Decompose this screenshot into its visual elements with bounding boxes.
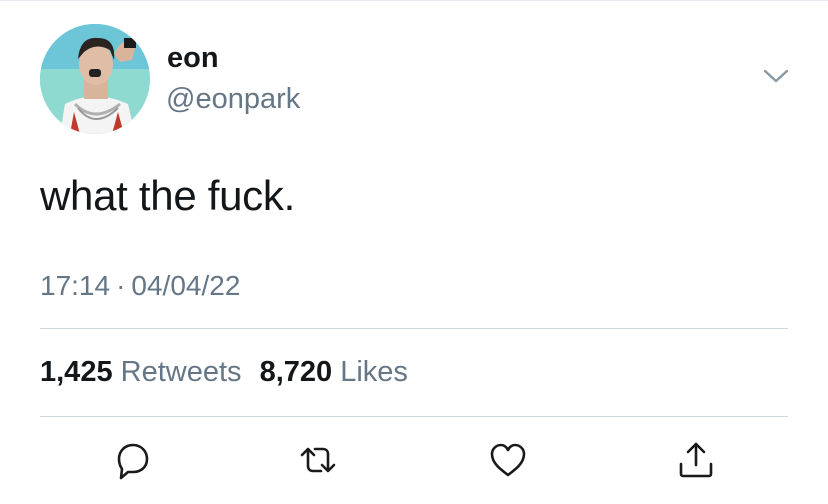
- tweet-time: 17:14: [40, 270, 111, 301]
- divider: [40, 328, 788, 329]
- top-divider: [0, 0, 828, 1]
- share-icon: [679, 442, 713, 478]
- heart-icon: [490, 443, 526, 477]
- retweet-button[interactable]: [296, 438, 340, 482]
- likes-stat[interactable]: 8,720 Likes: [260, 356, 408, 388]
- retweet-icon: [300, 447, 336, 473]
- timestamp-separator: ·: [116, 270, 126, 301]
- reply-button[interactable]: [111, 438, 155, 482]
- retweets-stat[interactable]: 1,425 Retweets: [40, 356, 242, 388]
- retweets-label: Retweets: [120, 356, 242, 388]
- divider: [40, 416, 788, 417]
- engagement-stats: 1,425 Retweets 8,720 Likes: [40, 356, 408, 389]
- display-name[interactable]: eon: [167, 42, 219, 75]
- tweet-text: what the fuck.: [40, 172, 295, 219]
- timestamp[interactable]: 17:14 · 04/04/22: [40, 270, 240, 302]
- like-button[interactable]: [486, 438, 530, 482]
- avatar-image: [40, 24, 150, 134]
- likes-label: Likes: [340, 356, 408, 388]
- likes-count: 8,720: [259, 356, 333, 388]
- chevron-down-icon[interactable]: [762, 66, 790, 86]
- share-button[interactable]: [674, 438, 718, 482]
- tweet-date: 04/04/22: [131, 270, 241, 301]
- handle[interactable]: @eonpark: [166, 83, 300, 116]
- avatar[interactable]: [40, 24, 150, 134]
- retweets-count: 1,425: [40, 356, 113, 388]
- reply-icon: [117, 443, 149, 480]
